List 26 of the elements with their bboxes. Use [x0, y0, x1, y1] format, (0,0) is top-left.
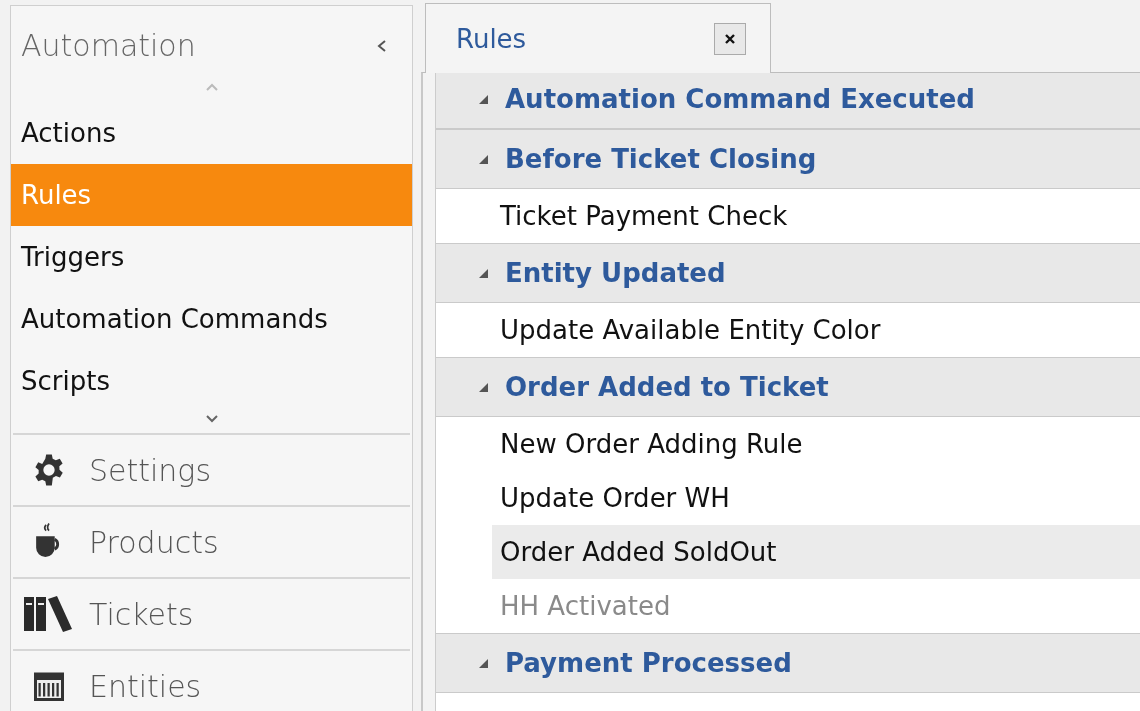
- group-header[interactable]: Automation Command Executed: [436, 73, 1140, 129]
- section-button[interactable]: Tickets: [13, 577, 410, 649]
- rule-item[interactable]: Ticket Payment Check: [436, 189, 1140, 243]
- rule-item[interactable]: Update Order WH: [436, 471, 1140, 525]
- section-button[interactable]: Settings: [13, 433, 410, 505]
- nav-item[interactable]: Scripts: [11, 350, 412, 412]
- rule-item[interactable]: New Order Adding Rule: [436, 417, 1140, 471]
- panel-title: Automation: [21, 28, 196, 63]
- rule-item[interactable]: Order Added SoldOut: [492, 525, 1140, 579]
- tab-label[interactable]: Rules: [456, 23, 527, 54]
- nav-item[interactable]: Automation Commands: [11, 288, 412, 350]
- group-title: Automation Command Executed: [505, 84, 975, 114]
- group-header[interactable]: Payment Processed: [436, 633, 1140, 693]
- rule-item[interactable]: Update Available Entity Color: [436, 303, 1140, 357]
- group-header[interactable]: Entity Updated: [436, 243, 1140, 303]
- group-title: Payment Processed: [505, 648, 792, 678]
- nav-item[interactable]: Actions: [11, 102, 412, 164]
- nav-item[interactable]: Triggers: [11, 226, 412, 288]
- tab[interactable]: Rules: [425, 3, 771, 73]
- group-header[interactable]: Before Ticket Closing: [436, 129, 1140, 189]
- group-title: Order Added to Ticket: [505, 372, 829, 402]
- group-title: Before Ticket Closing: [505, 144, 817, 174]
- section-button[interactable]: Entities: [13, 649, 410, 711]
- group-header[interactable]: Order Added to Ticket: [436, 357, 1140, 417]
- section-button[interactable]: Products: [13, 505, 410, 577]
- group-title: Entity Updated: [505, 258, 726, 288]
